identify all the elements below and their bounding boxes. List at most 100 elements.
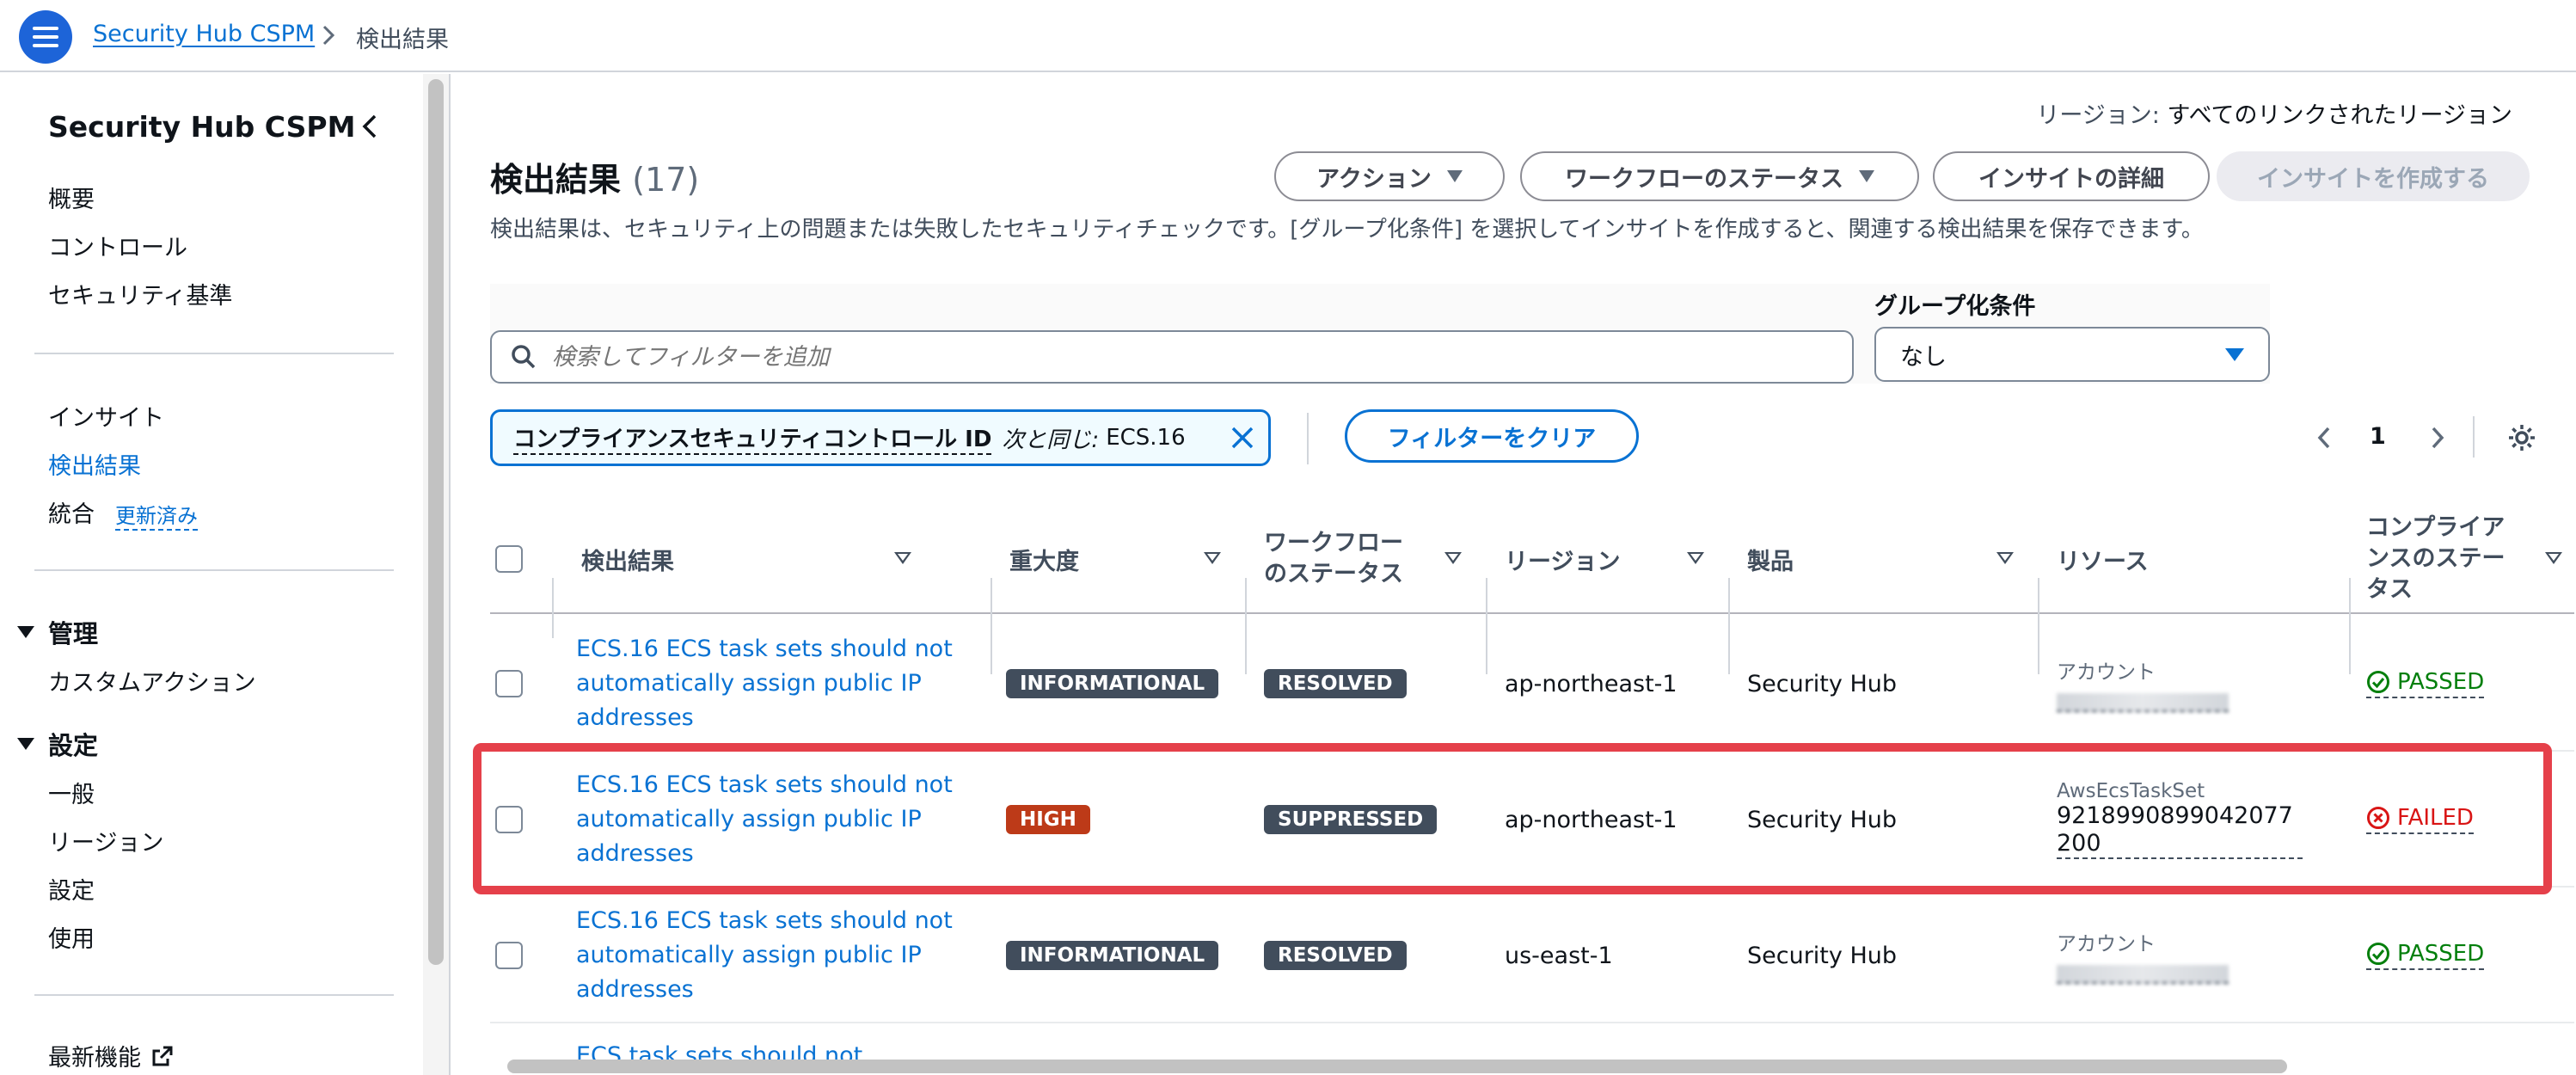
- insight-details-button[interactable]: インサイトの詳細: [1933, 151, 2210, 201]
- sidebar-item-standards[interactable]: セキュリティ基準: [48, 277, 232, 310]
- caret-down-icon: [17, 626, 34, 638]
- col-header-compliance[interactable]: コンプライアンスのステータス: [2349, 504, 2574, 614]
- finding-cell: ECS.16 ECS task sets should not automati…: [576, 752, 954, 888]
- sidebar-item-regions[interactable]: リージョン: [48, 824, 163, 857]
- compliance-status[interactable]: PASSED: [2366, 941, 2485, 970]
- compliance-status[interactable]: PASSED: [2366, 669, 2485, 698]
- chevron-right-icon[interactable]: [2428, 425, 2447, 451]
- sidebar-title: Security Hub CSPM: [48, 110, 356, 144]
- close-icon[interactable]: [1229, 424, 1256, 452]
- severity-cell: INFORMATIONAL: [1006, 616, 1219, 752]
- sidebar-item-usage[interactable]: 使用: [48, 920, 95, 954]
- table-horizontal-scrollbar[interactable]: [507, 1060, 2287, 1073]
- row-checkbox[interactable]: [495, 670, 523, 697]
- compliance-status[interactable]: FAILED: [2366, 805, 2474, 834]
- caret-down-icon: [1446, 170, 1463, 182]
- row-checkbox[interactable]: [495, 942, 523, 969]
- severity-cell: HIGH: [1006, 752, 1090, 888]
- table-row: ECS.16 ECS task sets should not automati…: [490, 616, 2574, 752]
- select-all-checkbox[interactable]: [495, 545, 523, 573]
- sidebar-item-general[interactable]: 一般: [48, 776, 95, 809]
- filter-token-operator: 次と同じ:: [1002, 427, 1100, 453]
- resource-cell: アカウント: [2057, 616, 2229, 752]
- resource-id-redacted[interactable]: [2057, 965, 2229, 984]
- toolbar-divider: [1307, 413, 1309, 464]
- sort-icon: [2545, 552, 2562, 564]
- page-description: 検出結果は、セキュリティ上の問題または失敗したセキュリティチェックです。[グルー…: [490, 217, 2204, 243]
- actions-dropdown-button[interactable]: アクション: [1274, 151, 1505, 201]
- chevron-left-icon[interactable]: [358, 112, 382, 141]
- sidebar-section-manage[interactable]: 管理: [17, 614, 98, 650]
- sort-icon: [1204, 552, 1221, 564]
- col-header-product[interactable]: 製品: [1730, 504, 2039, 614]
- findings-count: (17): [632, 161, 700, 199]
- finding-link[interactable]: ECS.16 ECS task sets should not automati…: [576, 768, 954, 871]
- sort-icon: [894, 552, 911, 564]
- sidebar-item-whats-new[interactable]: 最新機能: [48, 1039, 174, 1072]
- gear-icon[interactable]: [2507, 423, 2536, 452]
- workflow-cell: RESOLVED: [1264, 616, 1407, 752]
- compliance-cell: PASSED: [2366, 888, 2485, 1023]
- workflow-cell: SUPPRESSED: [1264, 752, 1438, 888]
- hamburger-menu-button[interactable]: [19, 10, 72, 64]
- workflow-cell: RESOLVED: [1264, 888, 1407, 1023]
- workflow-status-dropdown-button[interactable]: ワークフローのステータス: [1520, 151, 1919, 201]
- sidebar-item-findings[interactable]: 検出結果: [48, 447, 141, 481]
- filter-token[interactable]: コンプライアンスセキュリティコントロール ID 次と同じ: ECS.16: [490, 409, 1271, 466]
- sidebar-divider: [34, 569, 394, 571]
- compliance-cell: FAILED: [2366, 752, 2474, 888]
- severity-cell: INFORMATIONAL: [1006, 888, 1219, 1023]
- region-indicator: リージョン: すべてのリンクされたリージョン: [2036, 102, 2512, 129]
- chevron-left-icon[interactable]: [2315, 425, 2334, 451]
- create-insight-button[interactable]: インサイトを作成する: [2217, 151, 2530, 201]
- resource-cell: アカウント: [2057, 888, 2229, 1023]
- breadcrumb-root-link[interactable]: Security Hub CSPM: [93, 21, 315, 47]
- table-row: ECS.16 ECS task sets should not automati…: [490, 752, 2574, 888]
- finding-link[interactable]: ECS.16 ECS task sets should not automati…: [576, 904, 954, 1007]
- product-cell: Security Hub: [1747, 806, 1898, 833]
- caret-down-icon: [1859, 170, 1874, 182]
- col-header-severity[interactable]: 重大度: [992, 504, 1247, 614]
- sidebar-item-overview[interactable]: 概要: [48, 181, 95, 214]
- filter-token-key: コンプライアンスセキュリティコントロール ID: [513, 421, 992, 455]
- top-navigation-bar: Security Hub CSPM 検出結果: [0, 0, 2576, 72]
- filter-token-value: ECS.16: [1106, 425, 1186, 451]
- caret-down-icon: [2225, 347, 2244, 361]
- sidebar-section-settings[interactable]: 設定: [17, 726, 98, 762]
- resource-type: アカウント: [2057, 933, 2156, 955]
- resource-id-redacted[interactable]: [2057, 693, 2229, 712]
- compliance-cell: PASSED: [2366, 616, 2485, 752]
- sort-icon: [1996, 552, 2014, 564]
- finding-link[interactable]: ECS.16 ECS task sets should not automati…: [576, 632, 954, 735]
- page-title: 検出結果 (17): [490, 161, 700, 199]
- col-header-workflow[interactable]: ワークフローのステータス: [1247, 504, 1487, 614]
- product-cell: Security Hub: [1747, 942, 1898, 969]
- search-icon: [512, 345, 536, 369]
- updated-badge[interactable]: 更新済み: [115, 499, 198, 531]
- row-select-cell: [495, 616, 523, 752]
- clear-filters-button[interactable]: フィルターをクリア: [1345, 409, 1639, 463]
- row-checkbox[interactable]: [495, 806, 523, 833]
- check-circle-icon: [2367, 671, 2389, 693]
- search-input[interactable]: [552, 343, 1756, 371]
- caret-down-icon: [17, 738, 34, 750]
- main-content: リージョン: すべてのリンクされたリージョン 検出結果 (17) アクション ワ…: [451, 74, 2576, 1075]
- sidebar-scrollbar[interactable]: [428, 79, 444, 965]
- sidebar-item-insights[interactable]: インサイト: [48, 399, 164, 433]
- sidebar-item-configuration[interactable]: 設定: [48, 872, 95, 906]
- group-by-select[interactable]: なし: [1874, 327, 2270, 382]
- workflow-badge: SUPPRESSED: [1264, 805, 1438, 834]
- workflow-badge: RESOLVED: [1264, 669, 1407, 698]
- sidebar-item-integrations[interactable]: 統合: [48, 495, 95, 529]
- pagination-page[interactable]: 1: [2370, 423, 2386, 450]
- sidebar-item-custom-actions[interactable]: カスタムアクション: [48, 664, 256, 697]
- resource-id-link[interactable]: 9218990899042077200: [2057, 802, 2303, 859]
- col-header-resource[interactable]: リソース: [2039, 504, 2349, 614]
- col-header-finding[interactable]: 検出結果: [561, 504, 937, 614]
- search-bar[interactable]: [490, 330, 1854, 384]
- row-select-cell: [495, 752, 523, 888]
- severity-badge: HIGH: [1006, 805, 1090, 834]
- col-header-region[interactable]: リージョン: [1487, 504, 1730, 614]
- sidebar-item-controls[interactable]: コントロール: [48, 229, 187, 262]
- sort-icon: [1444, 552, 1462, 564]
